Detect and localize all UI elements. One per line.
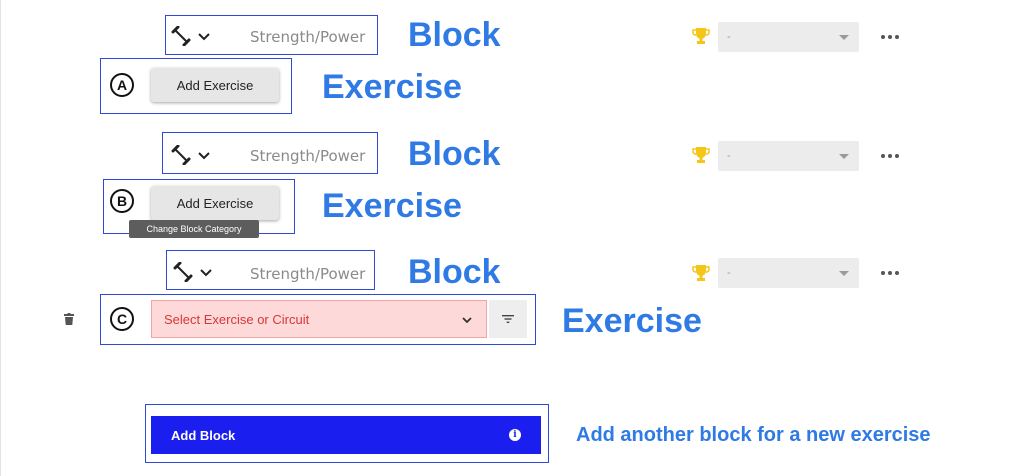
dumbbell-icon	[171, 145, 191, 165]
exercise-select-placeholder: Select Exercise or Circuit	[164, 311, 310, 327]
block-annotation: Block	[408, 253, 501, 291]
block-category-label: Strength/Power	[250, 265, 366, 283]
dumbbell-icon	[171, 26, 191, 46]
filter-icon	[502, 315, 514, 323]
trash-icon[interactable]	[64, 313, 74, 325]
dumbbell-icon	[173, 262, 193, 282]
block-category-selector-2[interactable]	[170, 145, 215, 165]
exercise-letter: B	[110, 189, 134, 213]
block-category-label: Strength/Power	[250, 147, 366, 165]
more-options-icon[interactable]	[881, 35, 899, 39]
exercise-annotation: Exercise	[322, 68, 462, 106]
chevron-down-icon	[462, 317, 472, 324]
block-dropdown[interactable]: -	[718, 22, 859, 52]
dropdown-value: -	[727, 267, 731, 279]
block-annotation: Block	[408, 16, 501, 54]
dropdown-value: -	[727, 31, 731, 43]
trophy-icon	[692, 265, 710, 281]
block-dropdown[interactable]: -	[718, 141, 859, 171]
info-icon[interactable]: i	[509, 429, 521, 441]
caret-down-icon	[839, 35, 849, 40]
add-exercise-button[interactable]: Add Exercise	[151, 186, 279, 220]
filter-button[interactable]	[489, 300, 527, 338]
chevron-down-icon	[200, 269, 212, 277]
block-dropdown[interactable]: -	[718, 258, 859, 288]
exercise-letter: A	[110, 73, 134, 97]
exercise-letter: C	[110, 307, 134, 331]
add-block-label: Add Block	[171, 427, 236, 443]
caret-down-icon	[839, 271, 849, 276]
chevron-down-icon	[198, 152, 210, 160]
exercise-select[interactable]: Select Exercise or Circuit	[151, 300, 487, 338]
trophy-icon	[692, 28, 710, 44]
dropdown-value: -	[727, 150, 731, 162]
left-divider	[0, 0, 1, 476]
exercise-annotation: Exercise	[562, 302, 702, 340]
exercise-annotation: Exercise	[322, 187, 462, 225]
add-exercise-button[interactable]: Add Exercise	[151, 68, 279, 102]
add-block-annotation: Add another block for a new exercise	[576, 424, 931, 446]
caret-down-icon	[839, 154, 849, 159]
trophy-icon	[692, 147, 710, 163]
more-options-icon[interactable]	[881, 271, 899, 275]
block-category-selector-3[interactable]	[172, 262, 217, 282]
block-category-label: Strength/Power	[250, 28, 366, 46]
block-category-selector-1[interactable]	[170, 26, 215, 46]
add-block-button[interactable]: Add Block i	[151, 416, 541, 454]
more-options-icon[interactable]	[881, 154, 899, 158]
chevron-down-icon	[198, 33, 210, 41]
tooltip: Change Block Category	[129, 220, 259, 238]
block-annotation: Block	[408, 135, 501, 173]
